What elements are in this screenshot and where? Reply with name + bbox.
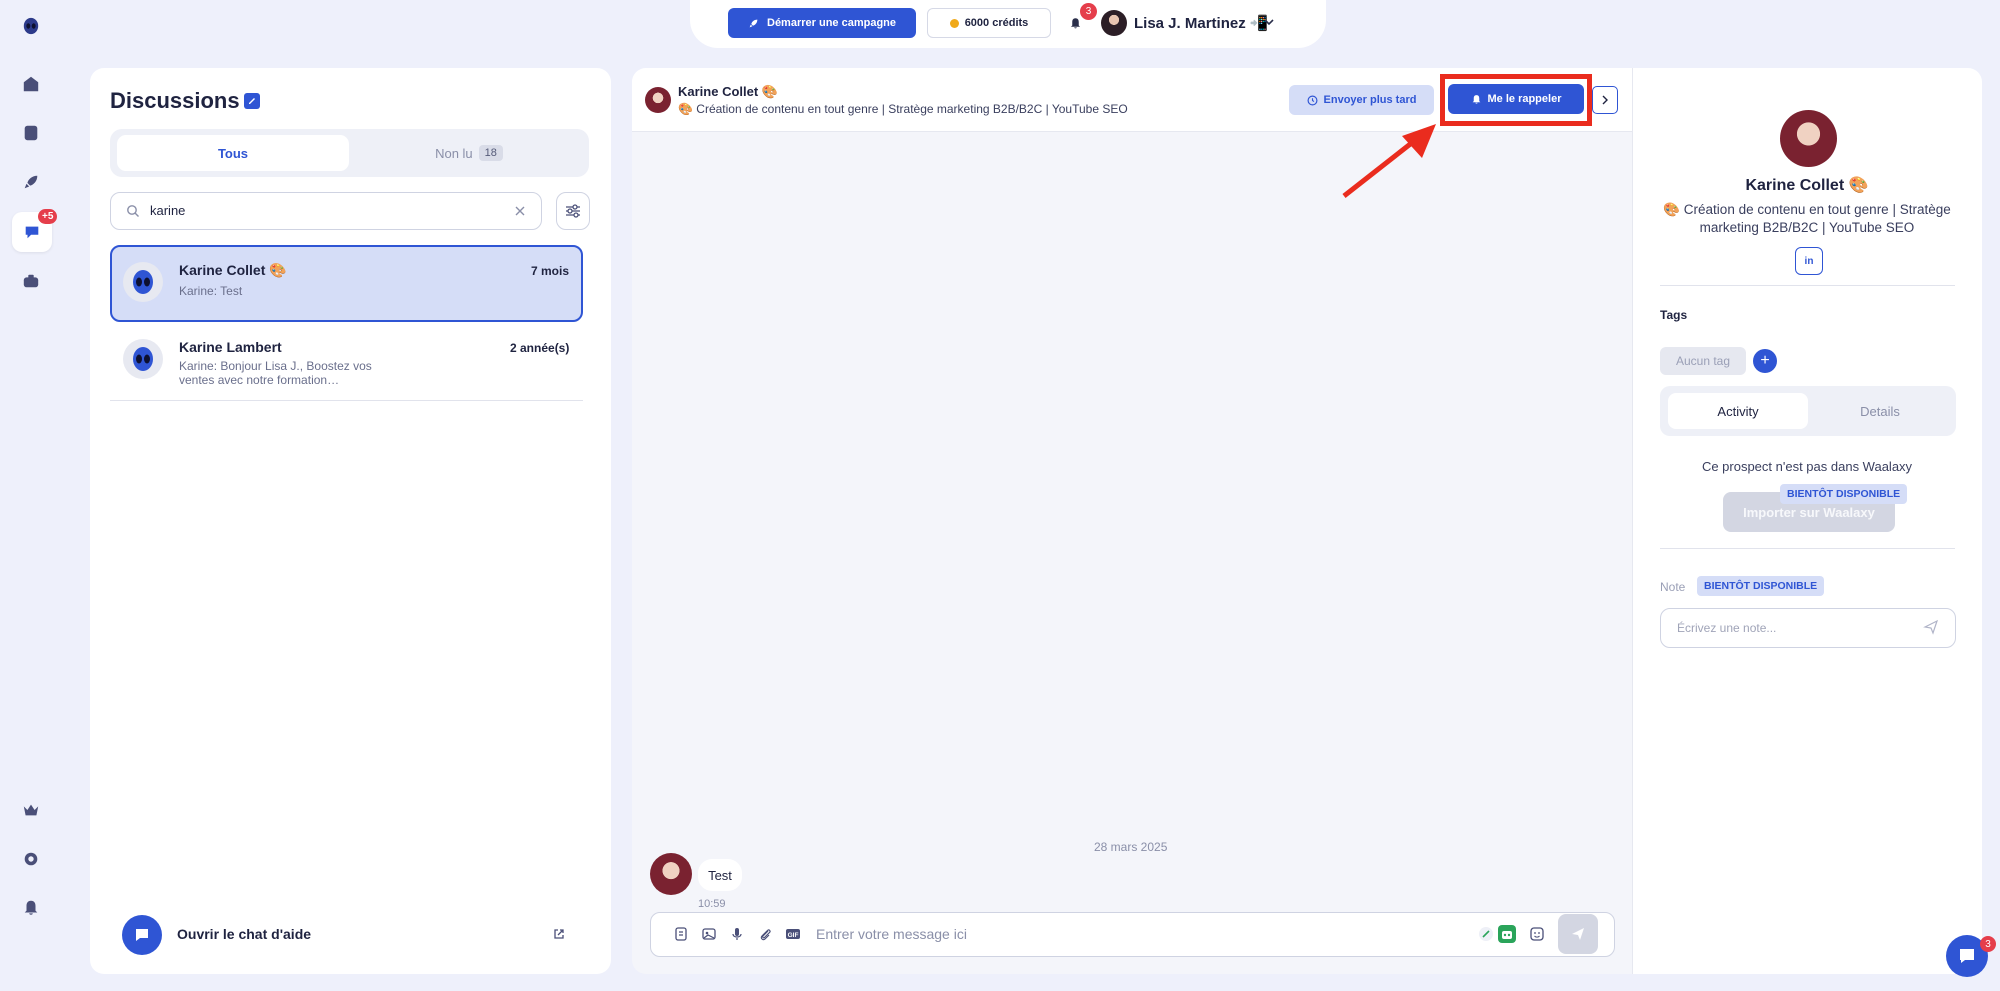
microphone-icon[interactable] xyxy=(729,926,745,942)
left-rail: +5 xyxy=(0,0,62,991)
tab-all[interactable]: Tous xyxy=(117,135,349,171)
coin-icon xyxy=(949,18,959,28)
send-later-button[interactable]: Envoyer plus tard xyxy=(1289,85,1434,115)
highlight-box xyxy=(1440,74,1592,126)
profile-name: Karine Collet 🎨 xyxy=(1745,177,1869,194)
search-icon xyxy=(127,205,139,217)
notifications-badge: 3 xyxy=(1080,3,1097,20)
inbox-badge: +5 xyxy=(38,209,58,224)
clock-icon xyxy=(1307,95,1318,105)
send-note-icon[interactable] xyxy=(1923,619,1939,635)
support-chat-icon xyxy=(1960,949,1974,963)
message-input[interactable]: Entrer votre message ici xyxy=(816,926,967,942)
send-later-label: Envoyer plus tard xyxy=(1323,94,1417,106)
unread-count-badge: 18 xyxy=(478,145,503,161)
emoji-icon[interactable] xyxy=(1529,926,1545,942)
discussions-title: Discussions xyxy=(110,88,240,113)
send-icon xyxy=(1572,928,1584,940)
contacts-icon[interactable] xyxy=(18,120,44,146)
help-chat-button[interactable] xyxy=(122,915,162,955)
tab-details[interactable]: Details xyxy=(1810,393,1950,429)
coming-soon-badge: BIENTÔT DISPONIBLE xyxy=(1697,576,1825,596)
home-icon[interactable] xyxy=(18,71,44,97)
help-chat-label[interactable]: Ouvrir le chat d'aide xyxy=(177,926,311,942)
app-logo-icon[interactable] xyxy=(18,13,44,39)
chevron-right-icon xyxy=(1602,95,1608,105)
send-button[interactable] xyxy=(1558,914,1598,954)
start-campaign-button[interactable]: Démarrer une campagne xyxy=(728,8,916,38)
tab-activity[interactable]: Activity xyxy=(1668,393,1808,429)
ai-feather-icon[interactable] xyxy=(1478,926,1494,942)
clear-search-icon[interactable] xyxy=(513,204,527,218)
tags-label: Tags xyxy=(1660,308,1688,322)
message-bubble: Test xyxy=(698,859,742,891)
chevron-down-icon[interactable] xyxy=(1262,15,1276,29)
template-icon[interactable] xyxy=(673,926,689,942)
contact-avatar[interactable] xyxy=(645,87,671,113)
conversation-time: 2 année(s) xyxy=(510,341,570,355)
campaign-rocket-icon[interactable] xyxy=(18,169,44,195)
toggle-profile-button[interactable] xyxy=(1592,86,1618,114)
attachment-icon[interactable] xyxy=(757,926,773,942)
rocket-icon xyxy=(749,19,758,27)
user-avatar[interactable] xyxy=(1101,10,1127,36)
chat-panel xyxy=(632,68,1632,974)
chat-contact-headline: 🎨 Création de contenu en tout genre | St… xyxy=(678,102,1128,116)
support-badge: 3 xyxy=(1980,936,1996,952)
gif-icon[interactable]: GIF xyxy=(785,926,801,942)
not-in-waalaxy-text: Ce prospect n'est pas dans Waalaxy xyxy=(1701,459,1913,474)
filter-button[interactable] xyxy=(556,192,590,230)
crown-icon[interactable] xyxy=(18,797,44,823)
new-message-edit-icon[interactable] xyxy=(244,93,260,109)
search-value: karine xyxy=(150,203,186,218)
settings-gear-icon[interactable] xyxy=(18,846,44,872)
note-placeholder: Écrivez une note... xyxy=(1677,621,1777,635)
message-time: 10:59 xyxy=(698,898,726,910)
coming-soon-badge: BIENTÔT DISPONIBLE xyxy=(1780,484,1908,504)
date-separator: 28 mars 2025 xyxy=(1094,840,1168,854)
conversation-preview: Karine: Bonjour Lisa J., Boostez vos ven… xyxy=(179,359,372,387)
image-icon[interactable] xyxy=(701,926,717,942)
bell-icon xyxy=(1070,17,1080,28)
briefcase-icon[interactable] xyxy=(18,268,44,294)
notifications-bell-icon[interactable] xyxy=(18,895,44,921)
credits-label: 6000 crédits xyxy=(964,17,1029,29)
sliders-icon xyxy=(566,204,580,218)
conversation-time: 7 mois xyxy=(531,264,570,278)
external-link-icon[interactable] xyxy=(552,927,566,941)
conversation-preview: Karine: Test xyxy=(179,284,243,298)
note-label: Note xyxy=(1660,580,1686,594)
help-chat-icon xyxy=(136,929,148,941)
tab-unread[interactable]: Non lu 18 xyxy=(355,135,583,171)
profile-bio: 🎨 Création de contenu en tout genre | St… xyxy=(1663,202,1951,235)
conversation-name: Karine Lambert xyxy=(179,339,282,355)
svg-text:GIF: GIF xyxy=(788,932,799,939)
user-name[interactable]: Lisa J. Martinez 📲 xyxy=(1134,14,1269,32)
conversation-name: Karine Collet 🎨 xyxy=(179,262,287,278)
message-sender-avatar xyxy=(650,853,692,895)
tab-unread-label: Non lu xyxy=(435,145,473,161)
credits-button[interactable]: 6000 crédits xyxy=(927,8,1051,38)
start-campaign-label: Démarrer une campagne xyxy=(767,17,896,29)
divider xyxy=(1660,548,1955,549)
no-tag-chip: Aucun tag xyxy=(1660,347,1746,375)
profile-avatar xyxy=(1780,110,1837,167)
chat-contact-name: Karine Collet 🎨 xyxy=(678,84,778,99)
alien-avatar-icon xyxy=(123,262,163,302)
add-tag-button[interactable]: + xyxy=(1753,349,1777,373)
linkedin-button[interactable]: in xyxy=(1795,247,1823,275)
alien-avatar-icon xyxy=(123,339,163,379)
divider xyxy=(1660,285,1955,286)
robot-ai-icon[interactable] xyxy=(1497,924,1517,944)
annotation-arrow-icon xyxy=(1342,124,1436,198)
